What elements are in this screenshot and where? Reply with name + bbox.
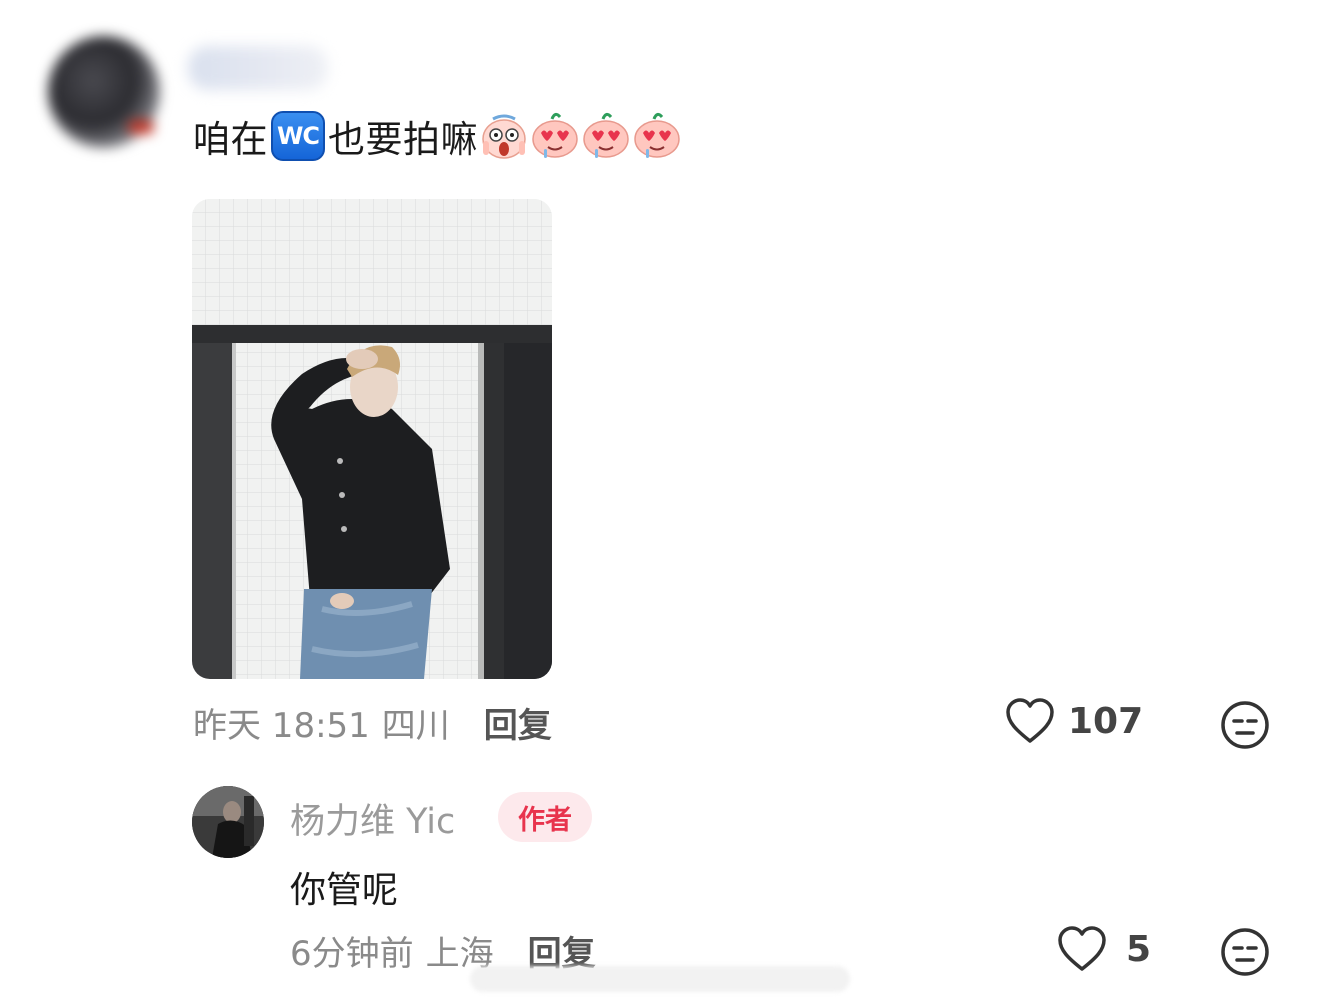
author-avatar[interactable] — [192, 786, 264, 858]
like-button[interactable]: 107 — [1004, 697, 1143, 745]
comment-photo[interactable] — [192, 199, 552, 679]
author-badge: 作者 — [498, 792, 592, 842]
dislike-face-icon[interactable] — [1219, 699, 1271, 751]
heart-eyes-emoji-icon — [634, 112, 680, 158]
wc-emoji-icon: WC — [271, 111, 325, 161]
commenter-username-blurred[interactable] — [188, 46, 328, 90]
comment-text: 咱在 WC 也要拍嘛 — [193, 108, 682, 164]
photo-content — [192, 199, 552, 679]
comment-location: 四川 — [381, 705, 450, 746]
comment-meta: 昨天 18:51 四川 回复 — [193, 698, 552, 747]
like-count: 107 — [1068, 700, 1144, 742]
reply-button[interactable]: 回复 — [484, 698, 552, 747]
comment-thread: 咱在 WC 也要拍嘛 昨天 18:51 四川 回复 107 杨力维 Yic 作者… — [0, 0, 1320, 1006]
heart-eyes-emoji-icon — [532, 112, 578, 158]
comment-text-part2: 也要拍嘛 — [328, 118, 478, 161]
dislike-face-icon[interactable] — [1219, 926, 1271, 978]
heart-outline-icon — [1006, 698, 1054, 743]
avatar-accent — [128, 120, 154, 134]
home-indicator-overlay — [470, 966, 850, 992]
heart-eyes-emoji-icon — [583, 112, 629, 158]
reply-like-button[interactable]: 5 — [1056, 925, 1151, 973]
scream-emoji-icon — [482, 114, 526, 159]
heart-outline-icon — [1058, 926, 1106, 971]
comment-text-part1: 咱在 — [193, 118, 268, 161]
commenter-avatar[interactable] — [48, 36, 160, 148]
author-avatar-image — [192, 786, 264, 858]
reply-time: 6分钟前 — [290, 933, 414, 974]
author-username[interactable]: 杨力维 Yic — [290, 796, 455, 842]
comment-time: 昨天 18:51 — [193, 705, 370, 746]
reply-text: 你管呢 — [290, 870, 399, 911]
reply-like-count: 5 — [1126, 928, 1152, 970]
